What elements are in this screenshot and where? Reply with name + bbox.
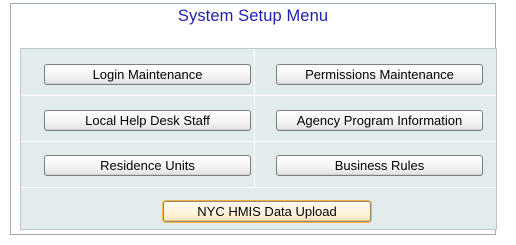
business-rules-button[interactable]: Business Rules [276,155,483,176]
menu-title: System Setup Menu [177,7,329,25]
grid-divider-row-1 [21,95,496,96]
login-maintenance-button[interactable]: Login Maintenance [44,64,251,85]
permissions-maintenance-button[interactable]: Permissions Maintenance [276,64,483,85]
grid-divider-vertical [254,49,255,187]
residence-units-button[interactable]: Residence Units [44,155,251,176]
menu-button-grid: Login Maintenance Permissions Maintenanc… [20,48,497,230]
grid-divider-row-3 [21,187,496,188]
grid-divider-row-2 [21,141,496,142]
local-help-desk-staff-button[interactable]: Local Help Desk Staff [44,110,251,131]
agency-program-information-button[interactable]: Agency Program Information [276,110,483,131]
nyc-hmis-data-upload-button[interactable]: NYC HMIS Data Upload [163,201,371,222]
